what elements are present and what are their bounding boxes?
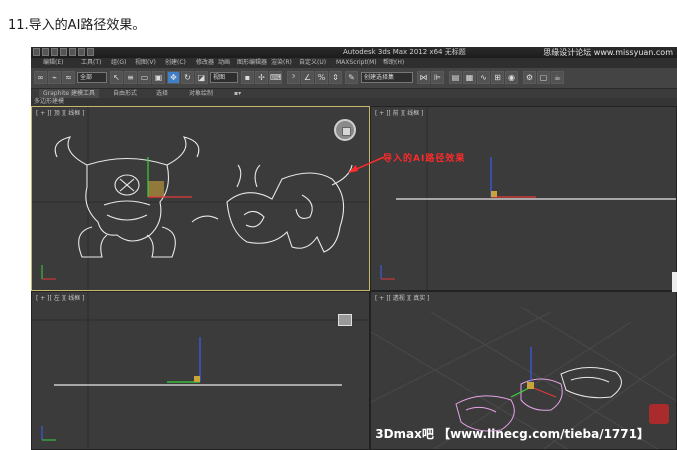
spinner-snap-icon[interactable]: ⇕: [329, 71, 342, 84]
bind-spacewarp-icon[interactable]: ≈: [62, 71, 75, 84]
top-viewport-drawing: [32, 107, 369, 290]
move-gizmo[interactable]: [490, 157, 536, 198]
edit-named-selection-icon[interactable]: ✎: [345, 71, 358, 84]
3dsmax-screenshot: Autodesk 3ds Max 2012 x64 无标题 思缘设计论坛 www…: [31, 47, 677, 450]
pivot-center-icon[interactable]: ▪: [241, 71, 254, 84]
move-icon[interactable]: ✥: [167, 71, 180, 84]
menu-animation[interactable]: 动画: [218, 58, 230, 68]
menu-edit[interactable]: 编辑(E): [43, 58, 63, 68]
page-scrollbar[interactable]: [672, 272, 677, 292]
viewcube-icon[interactable]: [338, 314, 352, 326]
link-icon[interactable]: ∞: [34, 71, 47, 84]
viewport-left[interactable]: [ + ][ 左 ][ 线框 ]: [31, 291, 370, 450]
rect-selection-icon[interactable]: ▭: [138, 71, 151, 84]
tab-object-paint[interactable]: 对象绘制: [189, 89, 213, 98]
menu-maxscript[interactable]: MAXScript(M): [336, 58, 377, 68]
annotation-arrow-icon: [348, 156, 385, 173]
scale-icon[interactable]: ◪: [195, 71, 208, 84]
site-logo-icon: [649, 404, 669, 424]
tab-freeform[interactable]: 自由形式: [113, 89, 137, 98]
undo-icon[interactable]: [69, 48, 76, 56]
tab-selection[interactable]: 选择: [156, 89, 168, 98]
select-manipulate-icon[interactable]: ✢: [255, 71, 268, 84]
bull-line-art: [54, 136, 353, 258]
project-folder-icon[interactable]: [87, 48, 94, 56]
window-title: Autodesk 3ds Max 2012 x64 无标题: [343, 48, 466, 56]
move-gizmo[interactable]: [510, 347, 557, 398]
keyboard-shortcut-icon[interactable]: ⌨: [269, 71, 282, 84]
menu-bar: 编辑(E) 工具(T) 组(G) 视图(V) 创建(C) 修改器 动画 图形编辑…: [31, 58, 677, 68]
new-file-icon[interactable]: [42, 48, 49, 56]
render-setup-icon[interactable]: ⚙: [523, 71, 536, 84]
snap-toggle-icon[interactable]: ³: [287, 71, 300, 84]
rotate-icon[interactable]: ↻: [181, 71, 194, 84]
unlink-icon[interactable]: ⌁: [48, 71, 61, 84]
menu-rendering[interactable]: 渲染(R): [271, 58, 292, 68]
view-axis-tripod: [41, 426, 56, 441]
material-editor-icon[interactable]: ◉: [505, 71, 518, 84]
menu-group[interactable]: 组(G): [111, 58, 126, 68]
schematic-view-icon[interactable]: ⊞: [491, 71, 504, 84]
bull-perspective-art: [455, 378, 563, 432]
quick-access-toolbar: [33, 48, 94, 56]
select-object-icon[interactable]: ↖: [110, 71, 123, 84]
left-viewport-drawing: [32, 292, 369, 449]
mirror-icon[interactable]: ⋈: [417, 71, 430, 84]
curve-editor-icon[interactable]: ∿: [477, 71, 490, 84]
menu-graph-editors[interactable]: 图形编辑器: [237, 58, 267, 68]
redo-icon[interactable]: [78, 48, 85, 56]
ribbon-options-icon[interactable]: ▪▾: [234, 89, 241, 98]
viewcube-icon[interactable]: [334, 119, 356, 141]
annotation-text: 导入的AI路径效果: [383, 154, 466, 164]
reference-coordinate-dropdown[interactable]: 视图: [210, 72, 238, 83]
open-file-icon[interactable]: [51, 48, 58, 56]
view-axis-tripod: [380, 265, 395, 280]
layer-manager-icon[interactable]: ▤: [449, 71, 462, 84]
title-bar: Autodesk 3ds Max 2012 x64 无标题 思缘设计论坛 www…: [31, 47, 677, 58]
menu-help[interactable]: 帮助(H): [383, 58, 404, 68]
angle-snap-icon[interactable]: ∠: [301, 71, 314, 84]
window-crossing-icon[interactable]: ▣: [152, 71, 165, 84]
ribbon-subtitle: 多边形建模: [31, 98, 677, 106]
viewport-top[interactable]: [ + ][ 顶 ][ 线框 ]: [31, 106, 370, 291]
menu-create[interactable]: 创建(C): [165, 58, 186, 68]
front-viewport-drawing: [380, 107, 676, 290]
percent-snap-icon[interactable]: %: [315, 71, 328, 84]
graphite-ribbon: Graphite 建模工具 自由形式 选择 对象绘制 ▪▾: [31, 89, 677, 98]
tab-graphite-modeling[interactable]: Graphite 建模工具: [39, 89, 100, 98]
site-logo-text: 思缘设计论坛 www.missyuan.com: [543, 48, 673, 57]
select-by-name-icon[interactable]: ≡: [124, 71, 137, 84]
ribbon-toggle-icon[interactable]: ▦: [463, 71, 476, 84]
menu-view[interactable]: 视图(V): [135, 58, 156, 68]
menu-modifiers[interactable]: 修改器: [196, 58, 214, 68]
view-axis-tripod: [41, 265, 56, 280]
named-selection-dropdown[interactable]: 创建选择集: [361, 72, 413, 83]
caption: 11.导入的AI路径效果。: [8, 18, 146, 33]
path-outline-art: [560, 367, 622, 399]
rendered-frame-icon[interactable]: ▢: [537, 71, 550, 84]
save-file-icon[interactable]: [60, 48, 67, 56]
menu-tools[interactable]: 工具(T): [81, 58, 101, 68]
move-gizmo[interactable]: [167, 337, 201, 383]
main-toolbar: ∞ ⌁ ≈ 全部 ↖ ≡ ▭ ▣ ✥ ↻ ◪ 视图 ▪ ✢ ⌨ ³ ∠ % ⇕ …: [31, 68, 677, 89]
app-menu-icon[interactable]: [33, 48, 40, 56]
viewport-front[interactable]: [ + ][ 前 ][ 线框 ]: [370, 106, 677, 291]
align-icon[interactable]: ⊫: [431, 71, 444, 84]
watermark-text: 3Dmax吧 【www.linecg.com/tieba/1771】: [375, 427, 649, 441]
selection-filter-dropdown[interactable]: 全部: [77, 72, 107, 83]
render-production-icon[interactable]: ☕: [551, 71, 564, 84]
menu-customize[interactable]: 自定义(U): [299, 58, 326, 68]
